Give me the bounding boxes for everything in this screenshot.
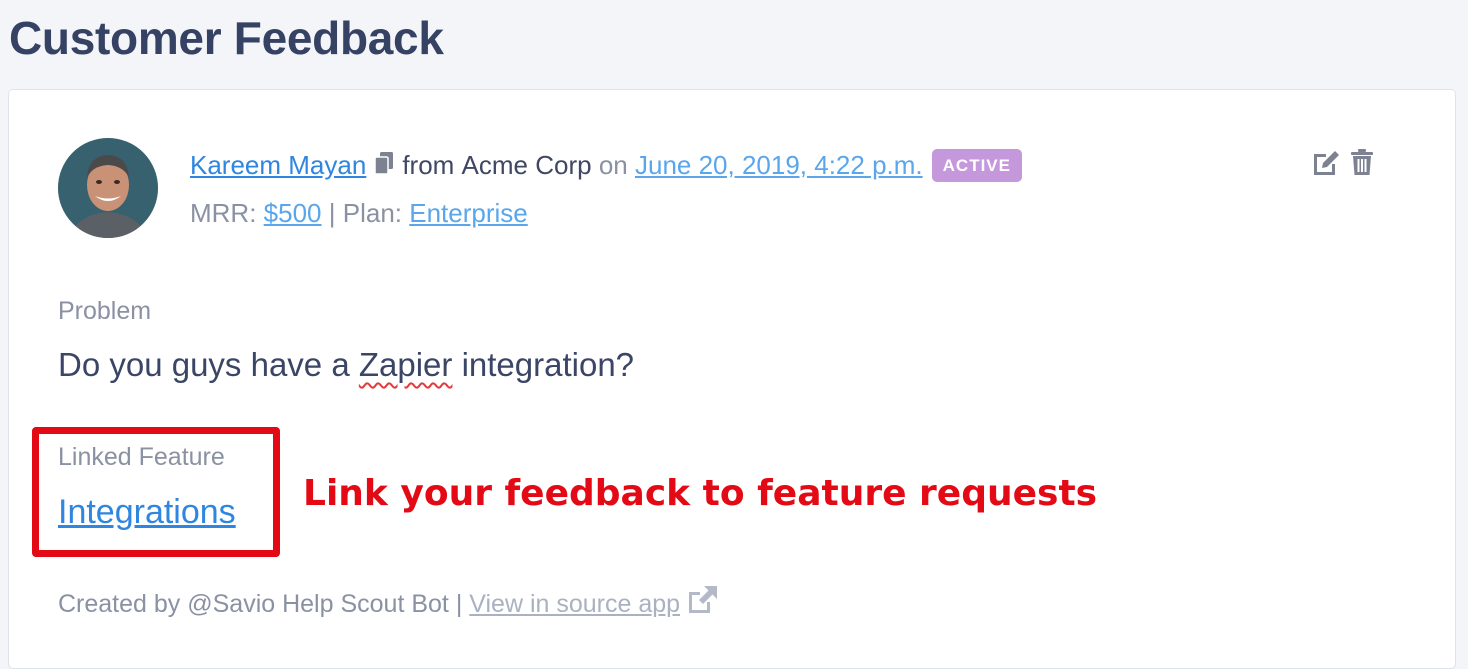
footer-separator: | xyxy=(455,590,463,618)
plan-value-link[interactable]: Enterprise xyxy=(409,198,528,228)
card-actions xyxy=(1311,148,1375,181)
view-in-source-link[interactable]: View in source app xyxy=(469,590,680,619)
linked-feature-label: Linked Feature xyxy=(58,443,225,471)
customer-details: MRR: $500 | Plan: Enterprise xyxy=(190,198,528,229)
mrr-label: MRR: xyxy=(190,198,257,228)
feedback-meta: Kareem Mayan from Acme Corp on June 20, … xyxy=(190,148,1022,182)
problem-suffix: integration? xyxy=(461,346,635,383)
separator: | xyxy=(328,198,336,228)
page-title: Customer Feedback xyxy=(9,12,444,64)
mrr-value-link[interactable]: $500 xyxy=(264,198,322,228)
feedback-footer: Created by @Savio Help Scout Bot | View … xyxy=(58,585,718,622)
customer-name-link[interactable]: Kareem Mayan xyxy=(190,150,366,181)
problem-label: Problem xyxy=(58,297,152,325)
problem-highlight-word: Zapier xyxy=(358,346,453,383)
problem-text: Do you guys have a Zapier integration? xyxy=(58,346,634,384)
on-text: on xyxy=(598,149,628,180)
edit-icon[interactable] xyxy=(1311,148,1341,181)
annotation-text: Link your feedback to feature requests xyxy=(303,473,1098,514)
status-badge: ACTIVE xyxy=(931,148,1022,182)
problem-prefix: Do you guys have a xyxy=(58,346,350,383)
avatar xyxy=(58,138,158,238)
plan-label: Plan: xyxy=(342,198,403,228)
feedback-date-link[interactable]: June 20, 2019, 4:22 p.m. xyxy=(635,150,923,181)
copy-icon[interactable] xyxy=(374,151,394,182)
feedback-card: Kareem Mayan from Acme Corp on June 20, … xyxy=(8,89,1456,669)
linked-feature-link[interactable]: Integrations xyxy=(58,493,236,532)
from-text: from xyxy=(402,149,455,180)
external-link-icon[interactable] xyxy=(686,585,718,620)
trash-icon[interactable] xyxy=(1349,148,1375,181)
company-name: Acme Corp xyxy=(461,149,592,180)
created-by-text: Created by @Savio Help Scout Bot xyxy=(58,590,449,618)
